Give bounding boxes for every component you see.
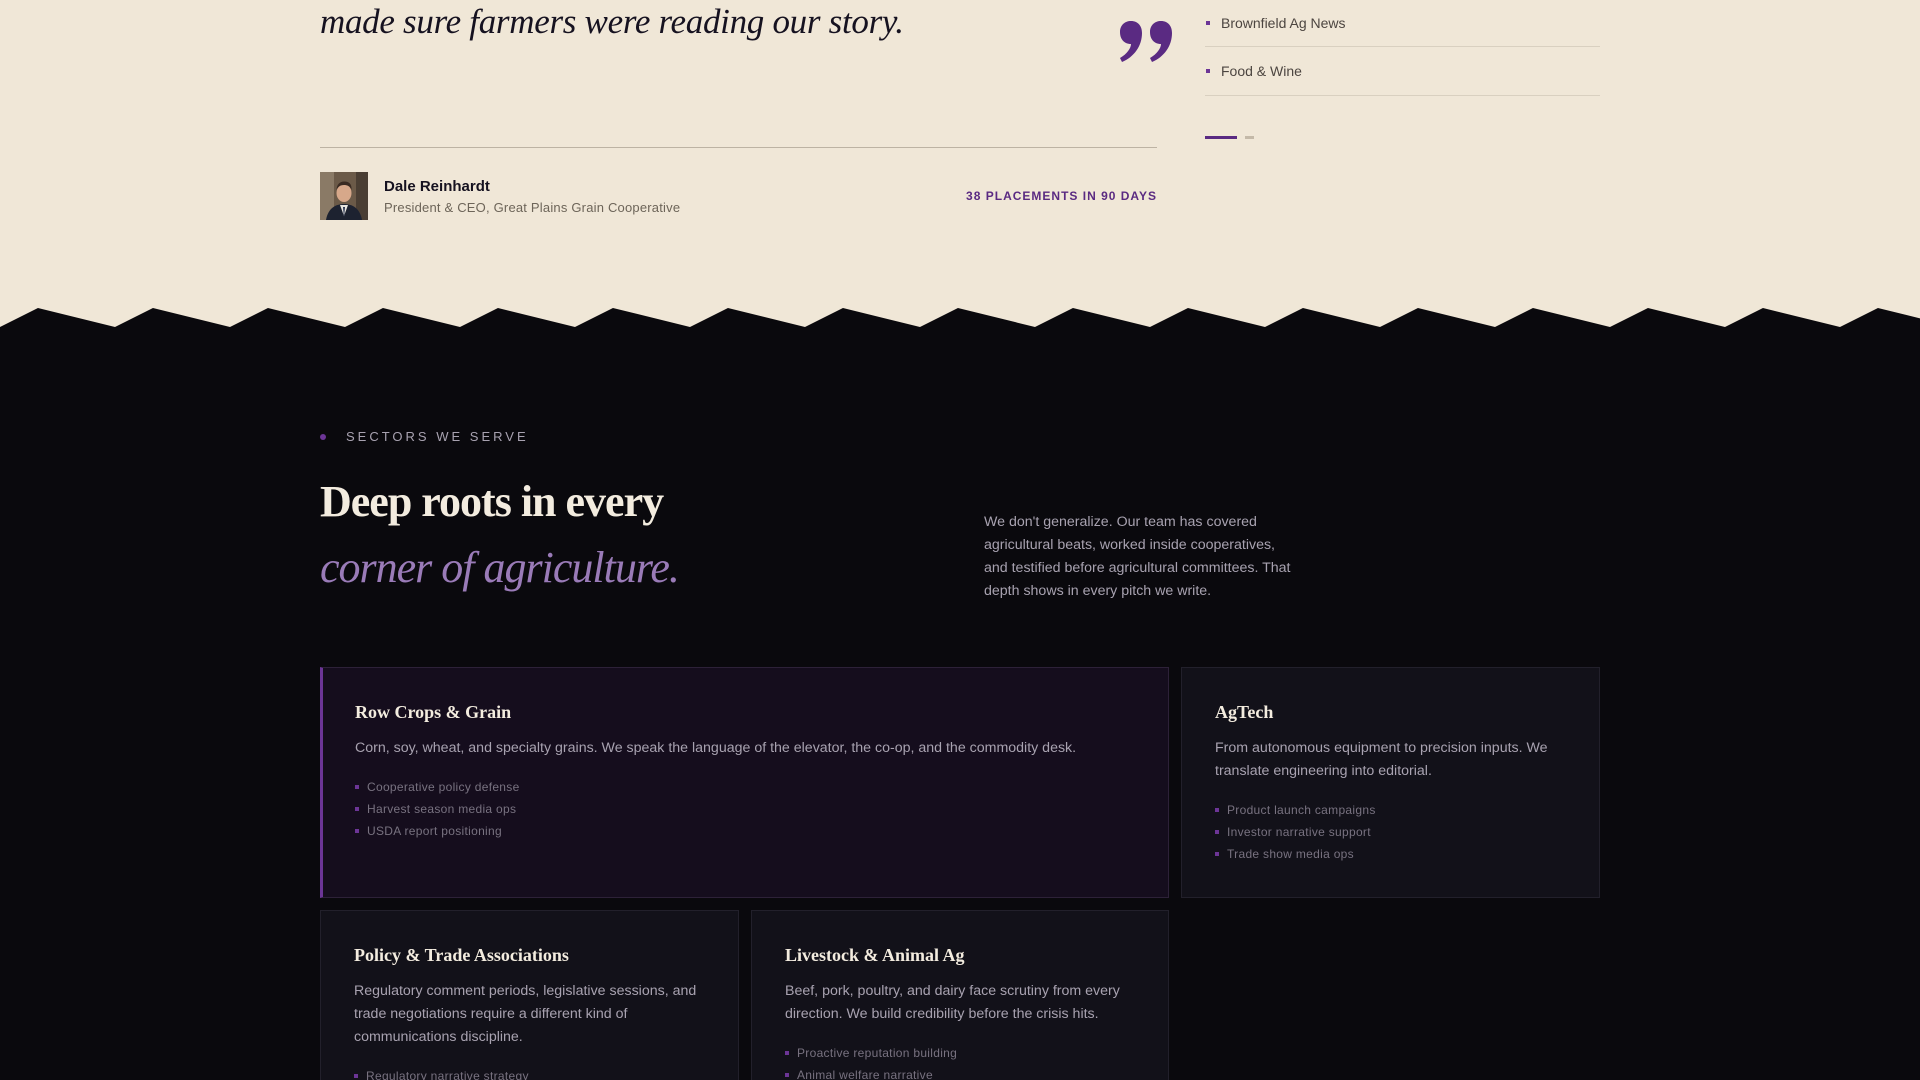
card-title: Row Crops & Grain	[355, 702, 512, 722]
publication-item[interactable]: Brownfield Ag News	[1205, 0, 1600, 47]
card-description: Beef, pork, poultry, and dairy face scru…	[785, 983, 1120, 1022]
pager-dot[interactable]	[1245, 136, 1254, 139]
card-title: Policy & Trade Associations	[354, 945, 569, 965]
list-item-label: Product launch campaigns	[1227, 803, 1376, 817]
publication-list: Brownfield Ag News Food & Wine	[1205, 0, 1600, 96]
section-heading-italic: corner of agriculture.	[320, 543, 680, 592]
bullet-icon	[785, 1073, 789, 1077]
list-item: USDA report positioning	[355, 820, 1136, 842]
avatar	[320, 172, 368, 220]
list-item: Investor narrative support	[1215, 821, 1567, 843]
publication-item[interactable]: Food & Wine	[1205, 47, 1600, 96]
publication-label: Brownfield Ag News	[1221, 15, 1346, 31]
bullet-icon	[355, 807, 359, 811]
sector-card-policy[interactable]: Policy & Trade Associations Regulatory c…	[320, 910, 739, 1080]
bullet-icon	[355, 829, 359, 833]
bullet-icon	[1215, 852, 1219, 856]
zigzag-divider	[0, 308, 1920, 340]
sector-card-livestock[interactable]: Livestock & Animal Ag Beef, pork, poultr…	[751, 910, 1169, 1080]
card-list: Cooperative policy defense Harvest seaso…	[355, 776, 1136, 842]
bullet-icon	[1215, 830, 1219, 834]
list-item-label: Trade show media ops	[1227, 847, 1354, 861]
pager-dot-active[interactable]	[1205, 136, 1237, 139]
card-list: Product launch campaigns Investor narrat…	[1215, 799, 1567, 865]
testimonial-divider	[320, 147, 1157, 148]
author-title: President & CEO, Great Plains Grain Coop…	[384, 200, 681, 215]
list-item-label: Regulatory narrative strategy	[366, 1069, 529, 1080]
card-description: Regulatory comment periods, legislative …	[354, 983, 697, 1045]
card-title: Livestock & Animal Ag	[785, 945, 965, 965]
bullet-icon	[355, 785, 359, 789]
author-name: Dale Reinhardt	[384, 178, 490, 195]
list-item-label: Investor narrative support	[1227, 825, 1371, 839]
testimonial-quote: made sure farmers were reading our story…	[320, 2, 904, 41]
bullet-icon	[1206, 21, 1210, 25]
list-item: Product launch campaigns	[1215, 799, 1567, 821]
section-heading: Deep roots in every	[320, 477, 664, 526]
list-item: Cooperative policy defense	[355, 776, 1136, 798]
list-item-label: Animal welfare narrative	[797, 1068, 933, 1080]
placements-stat: 38 PLACEMENTS IN 90 DAYS	[966, 189, 1157, 203]
sector-card-row-crops[interactable]: Row Crops & Grain Corn, soy, wheat, and …	[320, 667, 1169, 898]
closing-quote-icon	[1120, 21, 1172, 62]
list-item-label: Harvest season media ops	[367, 802, 517, 816]
section-intro: We don't generalize. Our team has covere…	[984, 514, 1291, 599]
eyebrow-dot-icon	[320, 433, 326, 440]
card-description: From autonomous equipment to precision i…	[1215, 740, 1548, 779]
card-list: Proactive reputation building Animal wel…	[785, 1042, 1136, 1080]
list-item-label: Cooperative policy defense	[367, 780, 520, 794]
list-item: Harvest season media ops	[355, 798, 1136, 820]
sector-card-agtech[interactable]: AgTech From autonomous equipment to prec…	[1181, 667, 1600, 898]
bullet-icon	[1215, 808, 1219, 812]
list-item: Trade show media ops	[1215, 843, 1567, 865]
testimonial-section: made sure farmers were reading our story…	[0, 0, 1920, 330]
bullet-icon	[354, 1074, 358, 1078]
bullet-icon	[1206, 69, 1210, 73]
sectors-eyebrow: SECTORS WE SERVE	[320, 429, 529, 444]
card-title: AgTech	[1215, 702, 1274, 722]
list-item-label: USDA report positioning	[367, 824, 502, 838]
card-description: Corn, soy, wheat, and specialty grains. …	[355, 740, 1077, 756]
list-item-label: Proactive reputation building	[797, 1046, 958, 1060]
publication-label: Food & Wine	[1221, 63, 1302, 79]
list-item: Proactive reputation building	[785, 1042, 1136, 1064]
eyebrow-label: SECTORS WE SERVE	[346, 429, 529, 444]
list-item: Regulatory narrative strategy	[354, 1065, 706, 1080]
card-list: Regulatory narrative strategy	[354, 1065, 706, 1080]
list-item: Animal welfare narrative	[785, 1064, 1136, 1080]
bullet-icon	[785, 1051, 789, 1055]
